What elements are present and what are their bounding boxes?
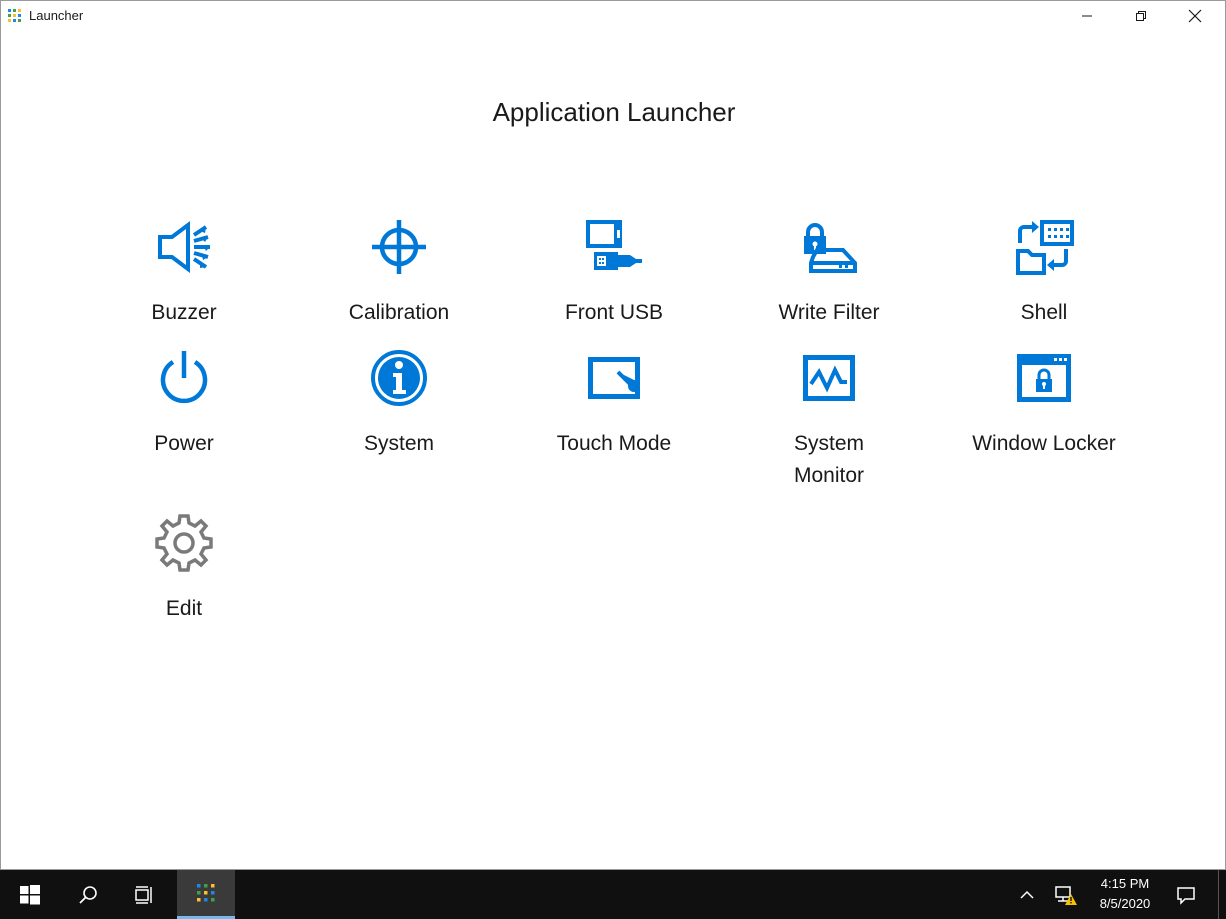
app-label-edit: Edit — [165, 597, 203, 620]
windows-start-icon — [20, 884, 40, 904]
close-icon — [1188, 9, 1202, 23]
show-hidden-icons-button[interactable] — [1012, 870, 1042, 919]
restore-button[interactable] — [1114, 1, 1168, 31]
touch-icon — [584, 348, 644, 408]
monitor-pulse-icon — [799, 348, 859, 408]
launcher-icon — [197, 884, 215, 902]
app-tile-system-monitor[interactable]: System Monitor — [729, 348, 929, 498]
app-tile-edit[interactable]: Edit — [84, 513, 284, 633]
taskbar: 4:15 PM 8/5/2020 — [0, 870, 1226, 919]
close-button[interactable] — [1168, 1, 1222, 31]
action-center-button[interactable] — [1166, 870, 1206, 919]
app-tile-write-filter[interactable]: Write Filter — [729, 217, 929, 337]
network-button[interactable] — [1048, 870, 1084, 919]
launcher-app-icon — [8, 9, 21, 22]
app-tile-power[interactable]: Power — [84, 348, 284, 468]
locked-drive-icon — [799, 217, 859, 277]
clock-time: 4:15 PM — [1100, 876, 1150, 891]
page-title: Application Launcher — [492, 97, 736, 127]
speaker-icon — [154, 217, 214, 277]
app-label-touch-mode: Touch Mode — [556, 432, 672, 455]
power-icon — [154, 348, 214, 408]
app-tile-calibration[interactable]: Calibration — [299, 217, 499, 337]
app-label-shell: Shell — [1020, 301, 1068, 324]
shell-swap-icon — [1014, 217, 1074, 277]
gear-icon — [154, 513, 214, 573]
title-bar[interactable]: Launcher — [1, 1, 1225, 31]
app-tile-shell[interactable]: Shell — [944, 217, 1144, 337]
window-title: Launcher — [29, 8, 84, 23]
network-warning-icon — [1055, 885, 1077, 905]
app-label-system-monitor: System Monitor — [793, 432, 865, 487]
app-label-system: System — [363, 432, 434, 455]
task-view-icon — [135, 885, 152, 904]
app-tile-window-locker[interactable]: Window Locker — [944, 348, 1144, 468]
action-center-icon — [1177, 886, 1195, 905]
minimize-icon — [1082, 15, 1092, 17]
search-icon — [79, 885, 97, 904]
info-icon — [369, 348, 429, 408]
crosshair-icon — [369, 217, 429, 277]
app-tile-touch-mode[interactable]: Touch Mode — [514, 348, 714, 468]
restore-icon — [1136, 11, 1146, 21]
taskbar-clock[interactable]: 4:15 PM 8/5/2020 — [1085, 874, 1165, 914]
launcher-taskbar-button[interactable] — [177, 870, 235, 919]
window-lock-icon — [1014, 348, 1074, 408]
launcher-window: Launcher Application Launcher Buzzer Cal… — [0, 0, 1226, 870]
show-desktop-button[interactable] — [1218, 870, 1226, 919]
minimize-button[interactable] — [1060, 1, 1114, 31]
app-label-front-usb: Front USB — [564, 301, 664, 324]
search-button[interactable] — [64, 870, 112, 919]
app-tile-buzzer[interactable]: Buzzer — [84, 217, 284, 337]
app-tile-system[interactable]: System — [299, 348, 499, 468]
clock-date: 8/5/2020 — [1099, 896, 1151, 911]
app-label-calibration: Calibration — [348, 301, 450, 324]
app-tile-front-usb[interactable]: Front USB — [514, 217, 714, 337]
chevron-up-icon — [1020, 890, 1034, 899]
app-label-power: Power — [154, 432, 214, 455]
app-label-buzzer: Buzzer — [151, 301, 217, 324]
usb-icon — [584, 217, 644, 277]
app-label-write-filter: Write Filter — [778, 301, 880, 324]
app-label-window-locker: Window Locker — [972, 432, 1116, 455]
start-button[interactable] — [6, 870, 54, 919]
task-view-button[interactable] — [120, 870, 168, 919]
